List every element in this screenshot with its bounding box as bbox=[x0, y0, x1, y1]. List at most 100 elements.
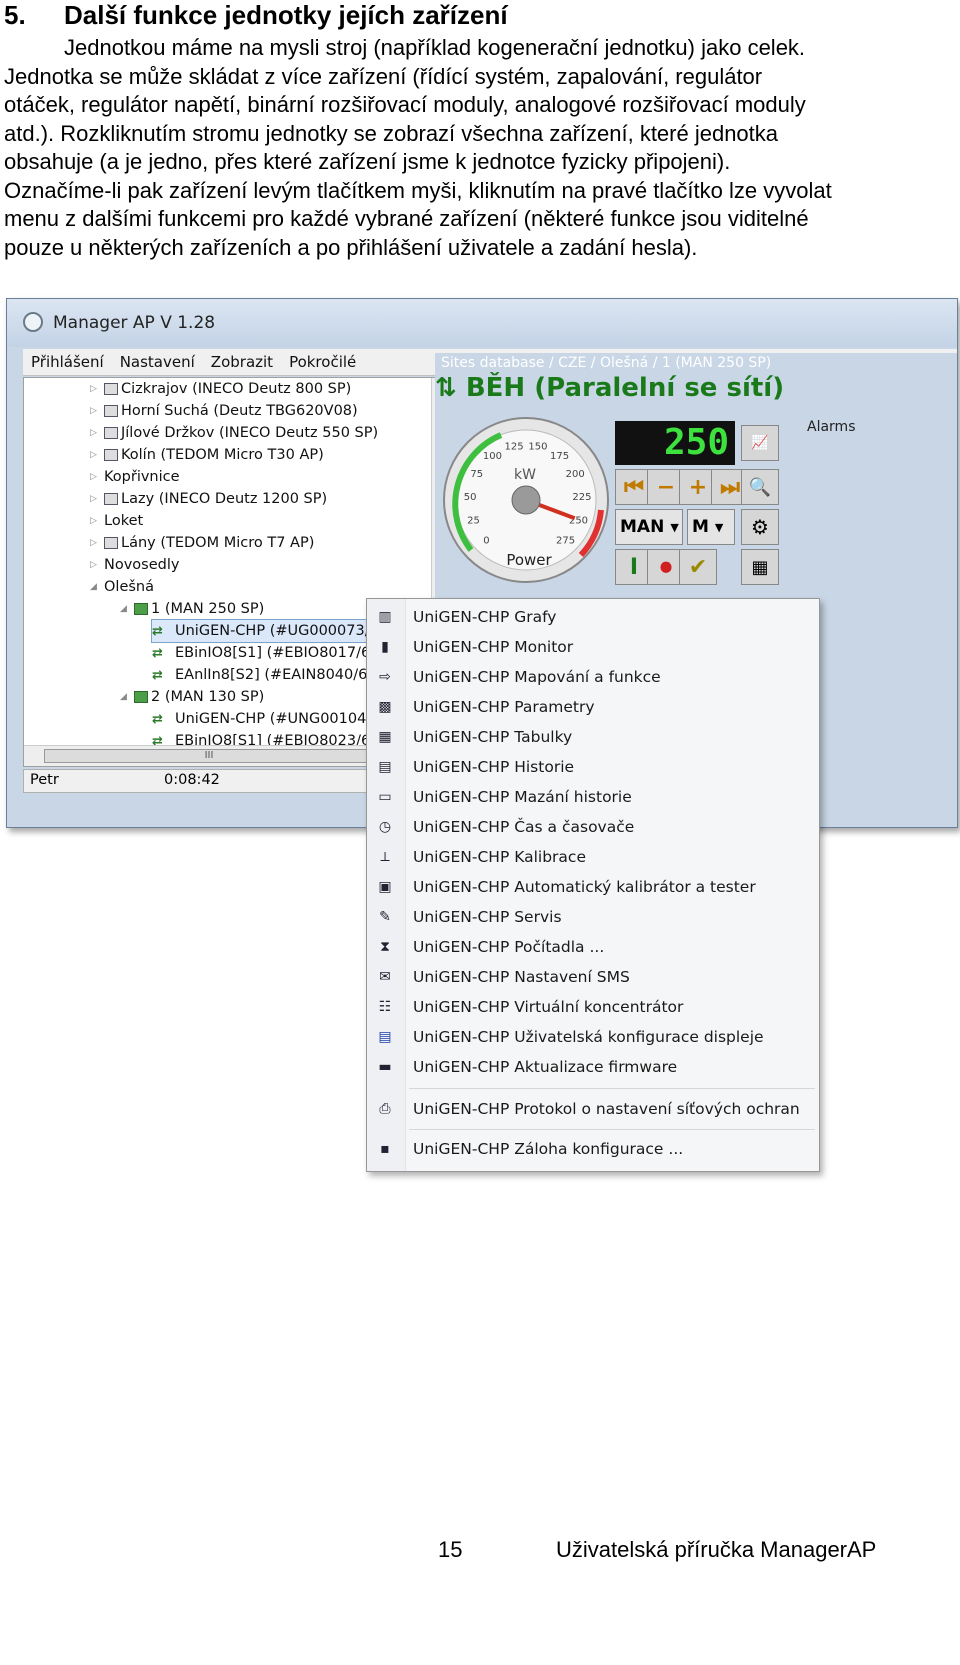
expand-icon[interactable]: ▷ bbox=[90, 406, 98, 416]
gear-icon: ⚙ bbox=[751, 515, 769, 539]
tree-item-label: EAnlIn8[S2] (#EAIN8040/62 bbox=[175, 667, 377, 683]
menu-login[interactable]: Přihlášení bbox=[23, 349, 112, 371]
device-icon bbox=[104, 383, 118, 395]
tree-item[interactable]: ◢ 2 (MAN 130 SP) bbox=[120, 686, 264, 708]
section-heading: 5. Další funkce jednotky jejích zařízení bbox=[4, 0, 508, 31]
settings-button[interactable]: ⚙ bbox=[741, 509, 779, 545]
tree-item[interactable]: ▷ Kolín (TEDOM Micro T30 AP) bbox=[90, 444, 324, 466]
menu-item-zaloha[interactable]: ▪ UniGEN-CHP Záloha konfigurace ... bbox=[367, 1135, 819, 1163]
menu-item-tabulky[interactable]: ▦ UniGEN-CHP Tabulky bbox=[367, 723, 819, 751]
gauge-unit: kW bbox=[514, 467, 536, 483]
menu-item-nastaveni-sms[interactable]: ✉ UniGEN-CHP Nastavení SMS bbox=[367, 963, 819, 991]
paragraph-line: menu z dalšími funkcemi pro každé vybran… bbox=[4, 206, 809, 231]
menu-separator bbox=[409, 1129, 815, 1130]
expand-icon[interactable]: ▷ bbox=[90, 538, 98, 548]
plus-icon: + bbox=[688, 474, 708, 500]
expand-icon[interactable]: ▷ bbox=[90, 494, 98, 504]
collapse-icon[interactable]: ◢ bbox=[120, 604, 128, 614]
mode-select[interactable]: MAN ▼ bbox=[615, 509, 683, 545]
menu-item-label: UniGEN-CHP Automatický kalibrátor a test… bbox=[413, 878, 756, 896]
menu-item-cas[interactable]: ◷ UniGEN-CHP Čas a časovače bbox=[367, 813, 819, 841]
tree-item[interactable]: ⇄ EBinIO8[S1] (#EBIO8017/62 bbox=[152, 642, 379, 664]
context-menu: ▥ UniGEN-CHP Grafy ▮ UniGEN-CHP Monitor ⇨ U… bbox=[366, 598, 820, 1172]
chip-icon: ▬ bbox=[378, 1059, 392, 1075]
expand-icon[interactable]: ▷ bbox=[90, 384, 98, 394]
menu-item-label: UniGEN-CHP Servis bbox=[413, 908, 562, 926]
scroll-thumb[interactable]: III bbox=[44, 749, 374, 763]
tree-item[interactable]: ◢ 1 (MAN 250 SP) bbox=[120, 598, 264, 620]
gauge-tick-label: 125 bbox=[505, 441, 524, 452]
table-icon: ▦ bbox=[751, 556, 769, 578]
menu-item-monitor[interactable]: ▮ UniGEN-CHP Monitor bbox=[367, 633, 819, 661]
menu-item-pocitadla[interactable]: ⧗ UniGEN-CHP Počítadla ... bbox=[367, 933, 819, 961]
monitor-icon: ▮ bbox=[381, 639, 389, 655]
menu-item-mapovani[interactable]: ⇨ UniGEN-CHP Mapování a funkce bbox=[367, 663, 819, 691]
acknowledge-button[interactable]: ✔ bbox=[679, 549, 717, 585]
chevron-down-icon: ▼ bbox=[714, 520, 724, 534]
device-icon bbox=[104, 427, 118, 439]
menu-item-historie[interactable]: ▤ UniGEN-CHP Historie bbox=[367, 753, 819, 781]
gauge-tick-label: 100 bbox=[483, 451, 502, 462]
tree-item[interactable]: ▷ Kopřivnice bbox=[90, 466, 180, 488]
menu-item-aktualizace-firmware[interactable]: ▬ UniGEN-CHP Aktualizace firmware bbox=[367, 1053, 819, 1081]
collapse-icon[interactable]: ◢ bbox=[120, 692, 128, 702]
status-user: Petr bbox=[30, 772, 59, 788]
menu-item-protokol[interactable]: ⎙ UniGEN-CHP Protokol o nastavení síťovýc… bbox=[367, 1095, 819, 1123]
envelope-icon: ✉ bbox=[379, 969, 391, 985]
expand-icon[interactable]: ▷ bbox=[90, 428, 98, 438]
expand-icon[interactable]: ▷ bbox=[90, 472, 98, 482]
tree-item[interactable]: ▷ Cizkrajov (INECO Deutz 800 SP) bbox=[90, 378, 351, 400]
last-icon: ⏭ bbox=[720, 474, 740, 500]
tree-item[interactable]: ▷ Lány (TEDOM Micro T7 AP) bbox=[90, 532, 314, 554]
menu-item-kalibrace[interactable]: ⟂ UniGEN-CHP Kalibrace bbox=[367, 843, 819, 871]
tree-item[interactable]: ▷ Loket bbox=[90, 510, 143, 532]
intro-paragraph: Jednotkou máme na mysli stroj (například… bbox=[4, 34, 956, 262]
menu-item-label: UniGEN-CHP Nastavení SMS bbox=[413, 968, 630, 986]
menu-item-label: UniGEN-CHP Parametry bbox=[413, 698, 595, 716]
menu-settings[interactable]: Nastavení bbox=[112, 349, 203, 371]
tree-item-label: UniGEN-CHP (#UG000073/6 bbox=[175, 623, 379, 639]
paragraph-line: pouze u některých zařízeních a po přihlá… bbox=[4, 234, 698, 260]
menu-item-automaticky-kalibrator[interactable]: ▣ UniGEN-CHP Automatický kalibrátor a tes… bbox=[367, 873, 819, 901]
clock-icon: ◷ bbox=[378, 819, 392, 835]
table-button[interactable]: ▦ bbox=[741, 549, 779, 585]
concentrator-icon: ☷ bbox=[378, 999, 392, 1015]
tree-item[interactable]: ⇄ EAnlIn8[S2] (#EAIN8040/62 bbox=[152, 664, 377, 686]
expand-icon[interactable]: ▷ bbox=[90, 560, 98, 570]
menu-item-virtualni-koncentrator[interactable]: ☷ UniGEN-CHP Virtuální koncentrátor bbox=[367, 993, 819, 1021]
section-number: 5. bbox=[4, 0, 26, 30]
menu-item-konfigurace-displeje[interactable]: ▤ UniGEN-CHP Uživatelská konfigurace disp… bbox=[367, 1023, 819, 1051]
tree-item-label: Lány (TEDOM Micro T7 AP) bbox=[121, 535, 315, 551]
trend-button[interactable]: 📈 bbox=[741, 425, 779, 461]
tree-item[interactable]: ⇄ UniGEN-CHP (#UNG00104/6 bbox=[152, 708, 380, 730]
menu-view[interactable]: Zobrazit bbox=[203, 349, 281, 371]
power-gauge: 0255075100125 150175200225250275 kW Power bbox=[443, 417, 609, 583]
menu-item-servis[interactable]: ✎ UniGEN-CHP Servis bbox=[367, 903, 819, 931]
app-icon bbox=[23, 312, 43, 332]
connection-icon: ⇄ bbox=[152, 711, 163, 727]
m-select[interactable]: M ▼ bbox=[687, 509, 735, 545]
tree-item[interactable]: ◢ Olešná bbox=[90, 576, 154, 598]
paragraph-line: Jednotka se může skládat z více zařízení… bbox=[4, 63, 763, 89]
expand-icon[interactable]: ▷ bbox=[90, 516, 98, 526]
state-text: BĚH (Paralelní se sítí) bbox=[465, 373, 785, 403]
tree-item[interactable]: ▷ Lazy (INECO Deutz 1200 SP) bbox=[90, 488, 327, 510]
menu-item-grafy[interactable]: ▥ UniGEN-CHP Grafy bbox=[367, 603, 819, 631]
expand-icon[interactable]: ▷ bbox=[90, 450, 98, 460]
footer-title: Uživatelská příručka ManagerAP bbox=[556, 1537, 877, 1562]
menu-advanced[interactable]: Pokročilé bbox=[281, 349, 364, 371]
chevron-down-icon: ▼ bbox=[670, 520, 679, 534]
collapse-icon[interactable]: ◢ bbox=[90, 582, 98, 592]
menu-item-label: UniGEN-CHP Čas a časovače bbox=[413, 818, 635, 836]
paragraph-line: Jednotkou máme na mysli stroj (například… bbox=[64, 35, 806, 60]
zoom-button[interactable]: 🔍 bbox=[741, 469, 779, 505]
menu-item-parametry[interactable]: ▩ UniGEN-CHP Parametry bbox=[367, 693, 819, 721]
tree-item[interactable]: ▷ Novosedly bbox=[90, 554, 179, 576]
menu-item-mazani-historie[interactable]: ▭ UniGEN-CHP Mazání historie bbox=[367, 783, 819, 811]
tree-item[interactable]: ▷ Jílové Držkov (INECO Deutz 550 SP) bbox=[90, 422, 378, 444]
paragraph-line: obsahuje (a je jedno, přes které zařízen… bbox=[4, 149, 731, 174]
history-icon: ▤ bbox=[378, 759, 392, 775]
tree-item[interactable]: ▷ Horní Suchá (Deutz TBG620V08) bbox=[90, 400, 358, 422]
gauge-label: Power bbox=[506, 551, 552, 569]
state-title: ⇅ BĚH (Paralelní se sítí) bbox=[435, 373, 784, 403]
